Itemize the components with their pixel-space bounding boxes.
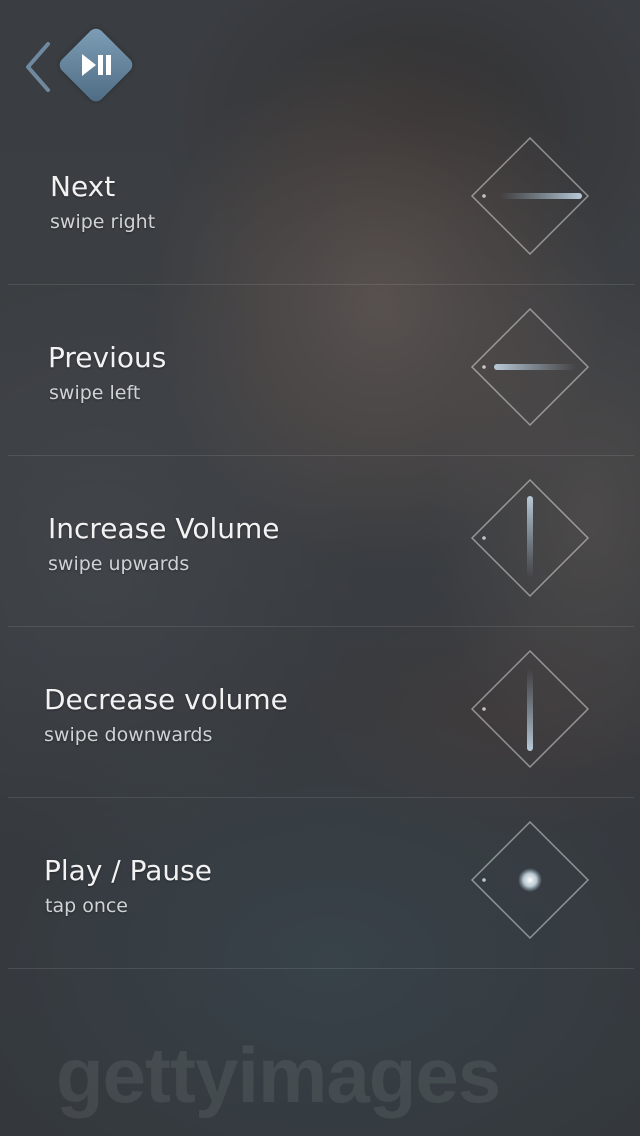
gesture-hint: swipe downwards: [44, 724, 213, 746]
gesture-title: Previous: [48, 341, 167, 374]
gesture-row-next: Next swipe right: [8, 114, 634, 285]
tap-icon: [470, 820, 590, 940]
swipe-left-icon: [470, 307, 590, 427]
gesture-title: Increase Volume: [48, 512, 280, 545]
gesture-hint: tap once: [45, 895, 128, 917]
swipe-down-icon: [470, 649, 590, 769]
chevron-left-icon: [26, 42, 50, 92]
gesture-hint: swipe left: [49, 382, 141, 404]
gesture-list: Next swipe right Previous swipe left Inc…: [0, 114, 640, 969]
gesture-row-play-pause: Play / Pause tap once: [8, 798, 634, 969]
gesture-hint: swipe right: [50, 211, 156, 233]
gesture-row-previous: Previous swipe left: [8, 285, 634, 456]
watermark: gettyimages: [56, 1031, 501, 1119]
gesture-row-increase-volume: Increase Volume swipe upwards: [8, 456, 634, 627]
gesture-hint: swipe upwards: [48, 553, 190, 575]
play-pause-icon: [78, 50, 114, 80]
gesture-title: Decrease volume: [44, 683, 288, 716]
gesture-row-decrease-volume: Decrease volume swipe downwards: [8, 627, 634, 798]
swipe-up-icon: [470, 478, 590, 598]
gesture-title: Play / Pause: [44, 854, 212, 887]
back-button[interactable]: [22, 38, 58, 96]
gesture-title: Next: [50, 170, 116, 203]
swipe-right-icon: [470, 136, 590, 256]
